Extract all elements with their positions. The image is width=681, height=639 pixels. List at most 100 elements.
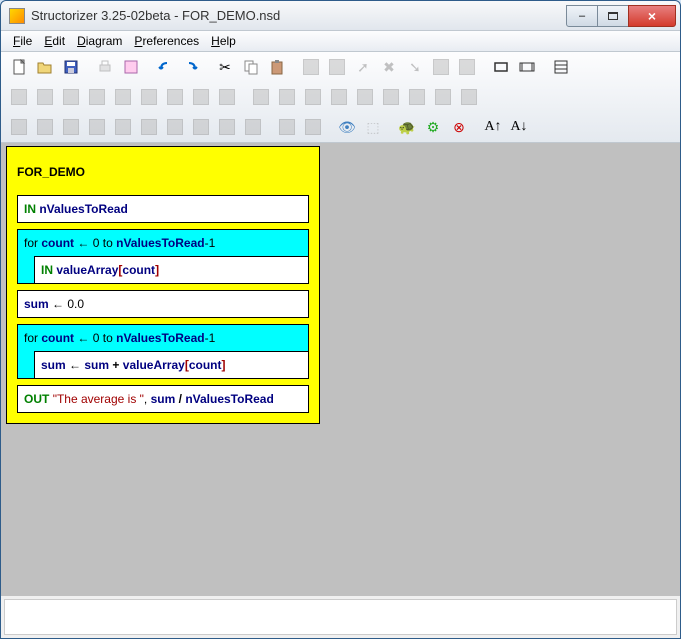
insert-after-3[interactable] xyxy=(301,85,325,109)
color-8[interactable] xyxy=(189,115,213,139)
export-icon xyxy=(123,59,139,75)
font-up-icon: A↑ xyxy=(484,119,501,135)
menu-file[interactable]: File xyxy=(7,32,38,50)
insert-before-3[interactable] xyxy=(59,85,83,109)
paste-button[interactable] xyxy=(265,55,289,79)
analyze-button[interactable]: 👁 xyxy=(335,115,359,139)
color-2[interactable] xyxy=(33,115,57,139)
insert-after-5[interactable] xyxy=(353,85,377,109)
assign-sum-row[interactable]: sum ← 0.0 xyxy=(17,290,309,318)
toolbar-separator xyxy=(481,55,487,79)
canvas[interactable]: FOR_DEMO IN nValuesToRead for count ← 0 … xyxy=(1,143,680,596)
print-button[interactable] xyxy=(93,55,117,79)
color-7[interactable] xyxy=(163,115,187,139)
titlebar[interactable]: Structorizer 3.25-02beta - FOR_DEMO.nsd … xyxy=(1,1,680,31)
tb-button-1[interactable] xyxy=(455,55,479,79)
toolbar-separator xyxy=(267,115,273,139)
color-swatch-icon xyxy=(11,119,27,135)
menubar: File Edit Diagram Preferences Help xyxy=(1,31,680,52)
color-1[interactable] xyxy=(7,115,31,139)
insert-before-5[interactable] xyxy=(111,85,135,109)
main-window: Structorizer 3.25-02beta - FOR_DEMO.nsd … xyxy=(0,0,681,639)
for-header[interactable]: for count ← 0 to nValuesToRead-1 xyxy=(18,325,308,351)
insert-after-1[interactable] xyxy=(249,85,273,109)
font-down-button[interactable]: A↓ xyxy=(507,115,531,139)
collapse-all-button[interactable] xyxy=(275,115,299,139)
insert-before-4[interactable] xyxy=(85,85,109,109)
var-count: count xyxy=(41,331,74,345)
menu-help[interactable]: Help xyxy=(205,32,242,50)
expand-icon xyxy=(433,59,449,75)
undo-button[interactable] xyxy=(153,55,177,79)
menu-diagram[interactable]: Diagram xyxy=(71,32,128,50)
box-type-button[interactable] xyxy=(489,55,513,79)
close-button[interactable]: × xyxy=(628,5,676,27)
save-button[interactable] xyxy=(59,55,83,79)
insert-after-9[interactable] xyxy=(457,85,481,109)
color-swatch-icon xyxy=(115,119,131,135)
string-literal: "The average is " xyxy=(53,392,144,406)
open-button[interactable] xyxy=(33,55,57,79)
font-up-button[interactable]: A↑ xyxy=(481,115,505,139)
insert-before-7[interactable] xyxy=(163,85,187,109)
generic-icon xyxy=(459,59,475,75)
toolbar-separator xyxy=(291,55,297,79)
toolbar-separator xyxy=(387,115,393,139)
for-loop-1[interactable]: for count ← 0 to nValuesToRead-1 IN valu… xyxy=(17,229,309,284)
accumulate-row[interactable]: sum ← sum + valueArray[count] xyxy=(35,352,308,378)
insert-before-6[interactable] xyxy=(137,85,161,109)
highlight-button[interactable]: ⬚ xyxy=(361,115,385,139)
input-array-row[interactable]: IN valueArray[count] xyxy=(35,257,308,283)
for-header[interactable]: for count ← 0 to nValuesToRead-1 xyxy=(18,230,308,256)
delete-element-button[interactable] xyxy=(325,55,349,79)
run-button[interactable]: ⚙ xyxy=(421,115,445,139)
maximize-button[interactable] xyxy=(597,5,629,27)
color-swatch-icon xyxy=(167,119,183,135)
insert-after-7[interactable] xyxy=(405,85,429,109)
var-name: nValuesToRead xyxy=(116,236,204,250)
menu-edit[interactable]: Edit xyxy=(38,32,71,50)
color-5[interactable] xyxy=(111,115,135,139)
collapse-button[interactable]: ➘ xyxy=(403,55,427,79)
input-row[interactable]: IN nValuesToRead xyxy=(17,195,309,223)
color-9[interactable] xyxy=(215,115,239,139)
expand-button[interactable] xyxy=(429,55,453,79)
delete-icon xyxy=(329,59,345,75)
insert-after-4[interactable] xyxy=(327,85,351,109)
diagram-title[interactable]: FOR_DEMO xyxy=(7,147,319,195)
insert-after-2[interactable] xyxy=(275,85,299,109)
copy-button[interactable] xyxy=(239,55,263,79)
list-view-button[interactable] xyxy=(549,55,573,79)
insert-before-8[interactable] xyxy=(189,85,213,109)
color-3[interactable] xyxy=(59,115,83,139)
color-6[interactable] xyxy=(137,115,161,139)
insert-before-2[interactable] xyxy=(33,85,57,109)
color-10[interactable] xyxy=(241,115,265,139)
var-count: count xyxy=(189,358,222,372)
menu-preferences[interactable]: Preferences xyxy=(128,32,205,50)
rounded-type-button[interactable] xyxy=(515,55,539,79)
edit-icon xyxy=(303,59,319,75)
highlight-icon: ⬚ xyxy=(366,119,379,136)
minimize-button[interactable]: – xyxy=(566,5,598,27)
output-row[interactable]: OUT "The average is ", sum / nValuesToRe… xyxy=(17,385,309,413)
turtle-button[interactable]: 🐢 xyxy=(395,115,419,139)
cut-button[interactable]: ✂ xyxy=(213,55,237,79)
export-button[interactable] xyxy=(119,55,143,79)
var-sum: sum xyxy=(84,358,109,372)
stop-button[interactable]: ⊗ xyxy=(447,115,471,139)
new-button[interactable] xyxy=(7,55,31,79)
insert-after-8[interactable] xyxy=(431,85,455,109)
insert-after-6[interactable] xyxy=(379,85,403,109)
move-up-button[interactable]: ➚ xyxy=(351,55,375,79)
toolbar-separator xyxy=(327,115,333,139)
edit-element-button[interactable] xyxy=(299,55,323,79)
transmute-button[interactable]: ✖ xyxy=(377,55,401,79)
redo-button[interactable] xyxy=(179,55,203,79)
insert-before-9[interactable] xyxy=(215,85,239,109)
nsd-diagram[interactable]: FOR_DEMO IN nValuesToRead for count ← 0 … xyxy=(6,146,320,424)
insert-before-1[interactable] xyxy=(7,85,31,109)
color-4[interactable] xyxy=(85,115,109,139)
expand-all-button[interactable] xyxy=(301,115,325,139)
for-loop-2[interactable]: for count ← 0 to nValuesToRead-1 sum ← s… xyxy=(17,324,309,379)
